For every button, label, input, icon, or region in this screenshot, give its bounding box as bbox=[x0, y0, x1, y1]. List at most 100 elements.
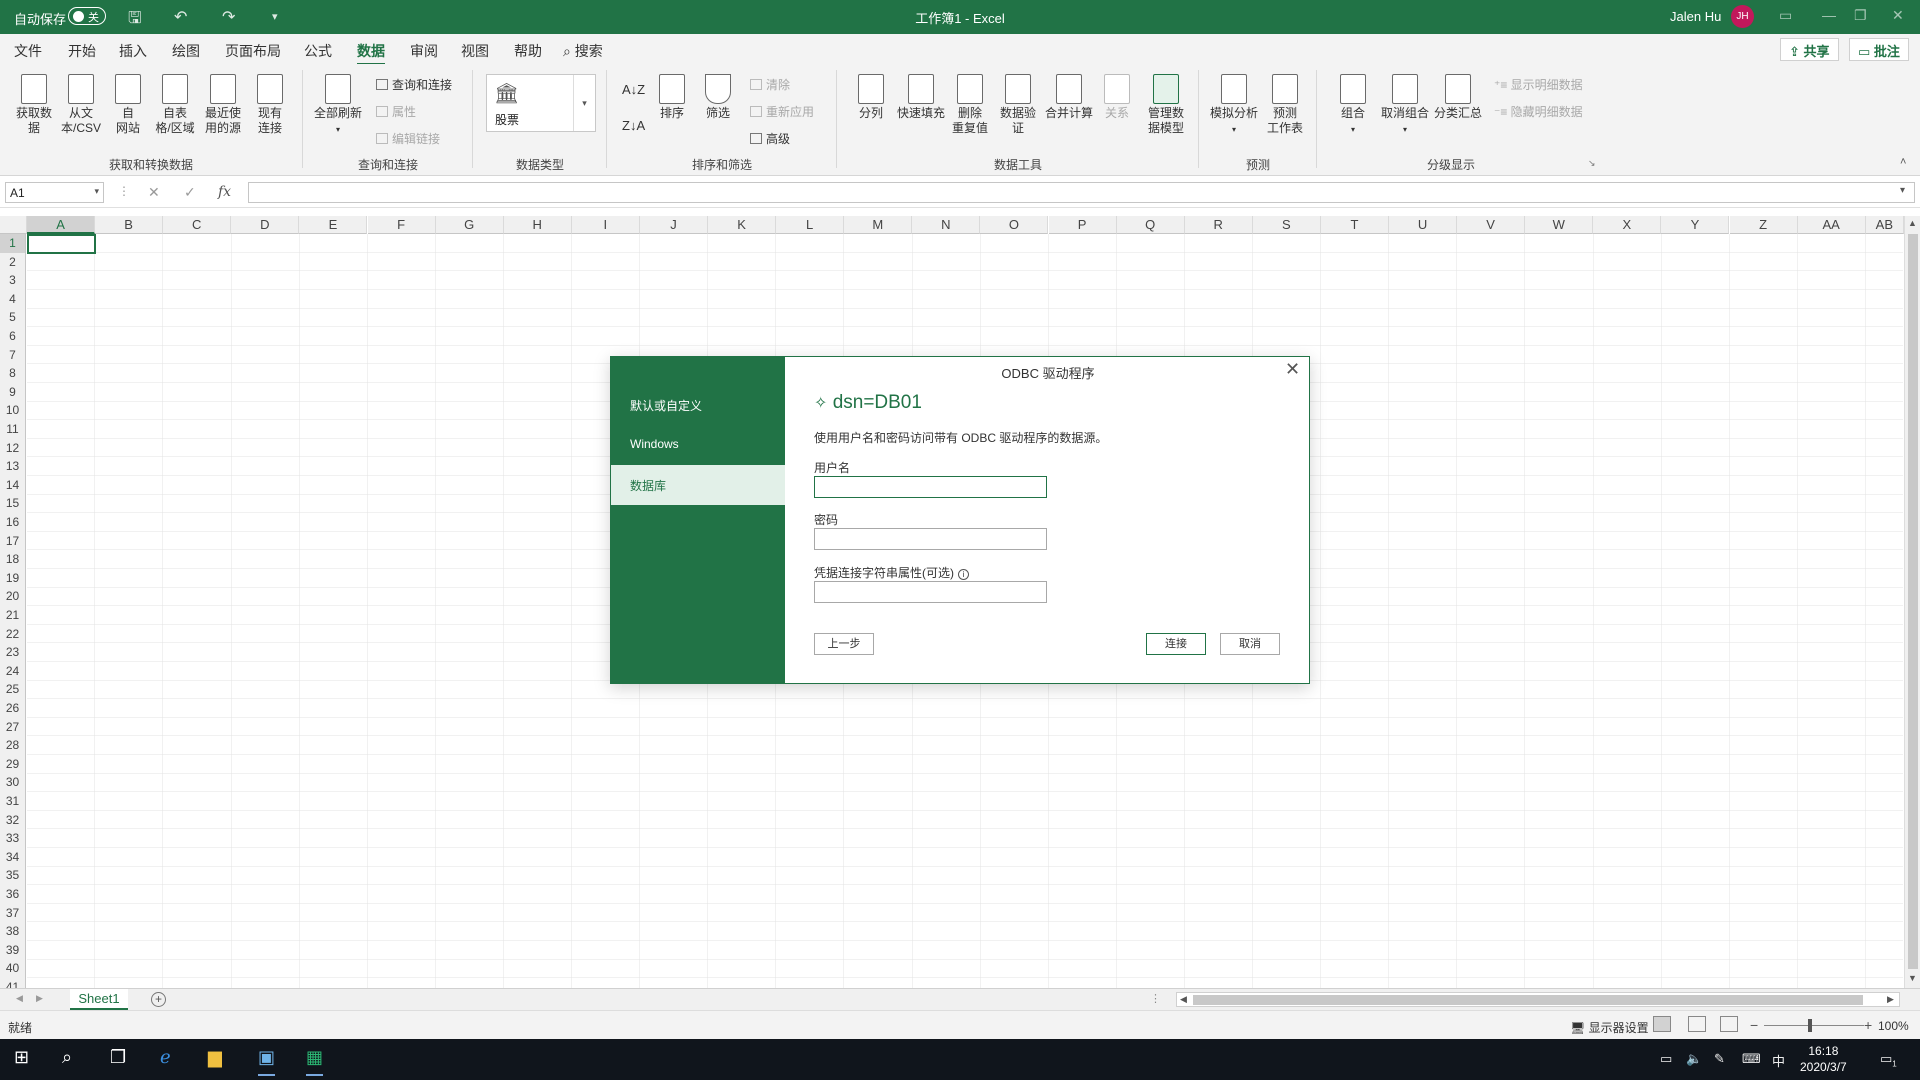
username-field[interactable] bbox=[814, 476, 1047, 498]
vertical-scrollbar[interactable]: ▲ ▼ bbox=[1904, 216, 1920, 988]
column-header-h[interactable]: H bbox=[503, 216, 572, 234]
normal-view-icon[interactable] bbox=[1653, 1016, 1671, 1032]
row-header-34[interactable]: 34 bbox=[0, 847, 26, 867]
row-header-29[interactable]: 29 bbox=[0, 754, 26, 774]
windows-start-icon[interactable]: ⊞ bbox=[14, 1047, 29, 1068]
column-header-p[interactable]: P bbox=[1048, 216, 1117, 234]
zoom-slider[interactable] bbox=[1764, 1025, 1864, 1026]
excel-taskbar-icon[interactable]: ▦ bbox=[306, 1047, 324, 1076]
volume-muted-icon[interactable]: 🔈 bbox=[1686, 1051, 1702, 1067]
row-header-24[interactable]: 24 bbox=[0, 661, 26, 681]
clear-filter-button[interactable]: 清除 bbox=[750, 76, 790, 93]
search-box[interactable]: ⌕ 搜索 bbox=[563, 41, 603, 61]
vertical-scroll-thumb[interactable] bbox=[1908, 234, 1918, 969]
show-detail-button[interactable]: ⁺≡ 显示明细数据 bbox=[1494, 76, 1583, 93]
prev-sheet-icon[interactable]: ◀ bbox=[16, 993, 23, 1004]
network-icon[interactable]: ▭ bbox=[1660, 1051, 1672, 1067]
page-break-view-icon[interactable] bbox=[1720, 1016, 1738, 1032]
cancel-button[interactable]: 取消 bbox=[1220, 633, 1280, 655]
sort-button[interactable]: 排序 bbox=[654, 74, 690, 121]
close-icon[interactable]: ✕ bbox=[1285, 359, 1300, 380]
scroll-right-icon[interactable]: ▶ bbox=[1887, 994, 1894, 1005]
column-header-x[interactable]: X bbox=[1593, 216, 1662, 234]
system-clock[interactable]: 16:18 2020/3/7 bbox=[1800, 1043, 1847, 1075]
row-header-13[interactable]: 13 bbox=[0, 457, 26, 476]
column-header-b[interactable]: B bbox=[95, 216, 164, 234]
restore-icon[interactable]: ❐ bbox=[1854, 7, 1867, 24]
row-header-5[interactable]: 5 bbox=[0, 308, 26, 327]
zoom-slider-thumb[interactable] bbox=[1808, 1019, 1812, 1032]
row-header-22[interactable]: 22 bbox=[0, 624, 26, 644]
get-data-button[interactable]: 获取数 据 bbox=[12, 74, 56, 136]
column-header-t[interactable]: T bbox=[1320, 216, 1389, 234]
taskbar-search-icon[interactable]: ⌕ bbox=[62, 1047, 72, 1068]
split-handle-icon[interactable]: ⋮ bbox=[1150, 992, 1161, 1005]
auth-option-windows[interactable]: Windows bbox=[611, 425, 785, 465]
row-header-26[interactable]: 26 bbox=[0, 699, 26, 718]
collapse-ribbon-icon[interactable]: ˄ bbox=[1900, 156, 1906, 168]
stocks-data-type[interactable]: 🏛 股票 ▾ bbox=[486, 74, 596, 132]
row-header-12[interactable]: 12 bbox=[0, 438, 26, 458]
close-window-icon[interactable]: ✕ bbox=[1892, 7, 1904, 24]
sort-descending-icon[interactable]: Z↓A bbox=[622, 118, 645, 133]
info-icon[interactable]: i bbox=[958, 569, 969, 580]
scroll-down-icon[interactable]: ▼ bbox=[1908, 973, 1917, 983]
menu-insert[interactable]: 插入 bbox=[119, 41, 147, 61]
ribbon-display-icon[interactable]: ▭ bbox=[1779, 7, 1792, 24]
share-button[interactable]: ⇪ 共享 bbox=[1780, 38, 1839, 61]
column-header-w[interactable]: W bbox=[1525, 216, 1594, 234]
auth-option-database[interactable]: 数据库 bbox=[611, 465, 785, 505]
zoom-out-icon[interactable]: − bbox=[1750, 1017, 1758, 1033]
row-header-39[interactable]: 39 bbox=[0, 940, 26, 960]
scroll-up-icon[interactable]: ▲ bbox=[1908, 218, 1917, 228]
row-header-8[interactable]: 8 bbox=[0, 364, 26, 383]
row-header-3[interactable]: 3 bbox=[0, 271, 26, 290]
row-header-9[interactable]: 9 bbox=[0, 382, 26, 402]
row-header-23[interactable]: 23 bbox=[0, 643, 26, 662]
refresh-all-button[interactable]: 全部刷新 ▾ bbox=[312, 74, 364, 137]
row-header-21[interactable]: 21 bbox=[0, 606, 26, 625]
active-cell-a1[interactable] bbox=[27, 234, 96, 254]
horizontal-scrollbar[interactable]: ◀ ▶ bbox=[1176, 992, 1900, 1007]
column-header-a[interactable]: A bbox=[27, 216, 96, 234]
consolidate-button[interactable]: 合并计算 bbox=[1042, 74, 1096, 121]
column-header-ab[interactable]: AB bbox=[1865, 216, 1904, 234]
formula-input[interactable] bbox=[248, 182, 1915, 203]
data-type-dropdown-icon[interactable]: ▾ bbox=[573, 75, 595, 131]
column-header-e[interactable]: E bbox=[299, 216, 368, 234]
relationships-button[interactable]: 关系 bbox=[1098, 74, 1136, 121]
task-view-icon[interactable]: ❐ bbox=[110, 1047, 126, 1068]
row-header-30[interactable]: 30 bbox=[0, 773, 26, 792]
row-header-10[interactable]: 10 bbox=[0, 401, 26, 420]
column-header-z[interactable]: Z bbox=[1729, 216, 1798, 234]
name-box[interactable]: A1 ▾ bbox=[5, 182, 104, 203]
connect-button[interactable]: 连接 bbox=[1146, 633, 1206, 655]
notification-center-icon[interactable]: ▭1 bbox=[1880, 1051, 1897, 1069]
row-header-7[interactable]: 7 bbox=[0, 345, 26, 365]
pen-icon[interactable]: ✎ bbox=[1714, 1051, 1725, 1067]
column-header-g[interactable]: G bbox=[435, 216, 504, 234]
existing-connections-button[interactable]: 现有 连接 bbox=[248, 74, 292, 136]
subtotal-button[interactable]: 分类汇总 bbox=[1432, 74, 1484, 121]
column-header-m[interactable]: M bbox=[844, 216, 913, 234]
column-header-q[interactable]: Q bbox=[1116, 216, 1185, 234]
column-header-s[interactable]: S bbox=[1252, 216, 1321, 234]
menu-file[interactable]: 文件 bbox=[14, 41, 42, 61]
file-explorer-icon[interactable]: ▆ bbox=[208, 1047, 222, 1068]
row-header-35[interactable]: 35 bbox=[0, 866, 26, 885]
column-header-aa[interactable]: AA bbox=[1797, 216, 1866, 234]
column-header-n[interactable]: N bbox=[912, 216, 981, 234]
keyboard-icon[interactable]: ⌨ bbox=[1742, 1051, 1761, 1067]
row-header-40[interactable]: 40 bbox=[0, 959, 26, 978]
menu-data[interactable]: 数据 bbox=[357, 41, 385, 66]
column-header-v[interactable]: V bbox=[1457, 216, 1526, 234]
row-header-2[interactable]: 2 bbox=[0, 252, 26, 272]
menu-review[interactable]: 审阅 bbox=[410, 41, 438, 61]
avatar[interactable]: JH bbox=[1731, 5, 1754, 28]
insert-function-icon[interactable]: fx bbox=[218, 184, 231, 200]
remote-desktop-icon[interactable]: ▣ bbox=[258, 1047, 276, 1076]
data-validation-button[interactable]: 数据验 证 bbox=[994, 74, 1042, 136]
group-button[interactable]: 组合 ▾ bbox=[1330, 74, 1376, 137]
text-to-columns-button[interactable]: 分列 bbox=[848, 74, 894, 121]
display-settings-button[interactable]: 🖥 显示器设置 bbox=[1570, 1019, 1649, 1036]
